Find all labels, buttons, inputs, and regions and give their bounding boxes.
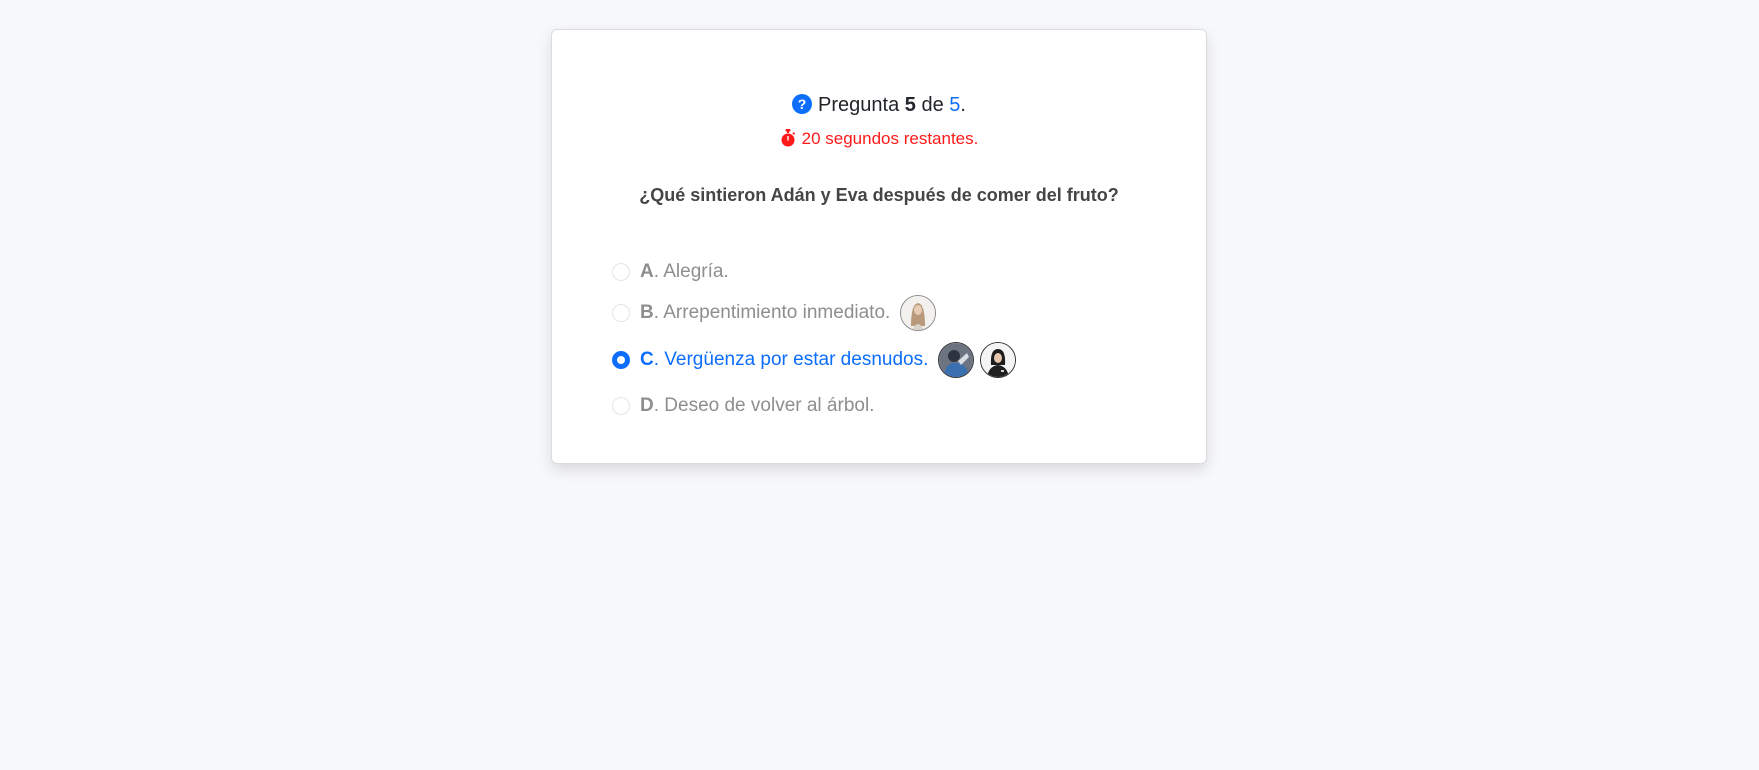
option-a-letter: A bbox=[640, 261, 654, 282]
progress-prefix: Pregunta bbox=[818, 94, 900, 116]
progress-current: 5 bbox=[904, 94, 916, 116]
progress-total: 5 bbox=[949, 94, 961, 116]
option-b-voters bbox=[900, 295, 942, 331]
progress-suffix: . bbox=[960, 94, 966, 116]
option-b-radio[interactable] bbox=[612, 304, 630, 322]
question-progress: ? Pregunta 5 de 5. bbox=[552, 93, 1206, 117]
option-d-radio[interactable] bbox=[612, 397, 630, 415]
avatar bbox=[980, 342, 1017, 378]
option-b[interactable]: B. Arrepentimiento inmediato. bbox=[612, 293, 942, 333]
option-a[interactable]: A. Alegría. bbox=[612, 252, 729, 292]
question-circle-icon: ? bbox=[792, 94, 813, 114]
stopwatch-icon bbox=[781, 129, 795, 147]
avatar bbox=[900, 295, 937, 331]
option-c-letter: C bbox=[640, 349, 654, 370]
option-a-radio[interactable] bbox=[612, 263, 630, 281]
option-c-voters bbox=[938, 342, 1022, 378]
progress-middle: de bbox=[921, 94, 944, 116]
question-text: ¿Qué sintieron Adán y Eva después de com… bbox=[639, 185, 1119, 205]
timer-text: 20 segundos restantes. bbox=[801, 129, 979, 148]
option-d-label: . Deseo de volver al árbol. bbox=[653, 395, 875, 416]
quiz-card: ? Pregunta 5 de 5. 20 segundos restantes.… bbox=[551, 29, 1207, 464]
avatar bbox=[938, 342, 975, 378]
option-c-radio[interactable] bbox=[612, 351, 630, 369]
option-b-letter: B bbox=[640, 302, 654, 323]
option-a-label: . Alegría. bbox=[653, 261, 729, 282]
option-b-label: . Arrepentimiento inmediato. bbox=[653, 302, 891, 323]
option-d[interactable]: D. Deseo de volver al árbol. bbox=[612, 386, 874, 426]
option-c[interactable]: C. Vergüenza por estar desnudos. bbox=[612, 340, 1022, 380]
countdown-timer: 20 segundos restantes. bbox=[552, 128, 1206, 150]
option-d-letter: D bbox=[640, 395, 654, 416]
option-c-label: . Vergüenza por estar desnudos. bbox=[653, 349, 929, 370]
